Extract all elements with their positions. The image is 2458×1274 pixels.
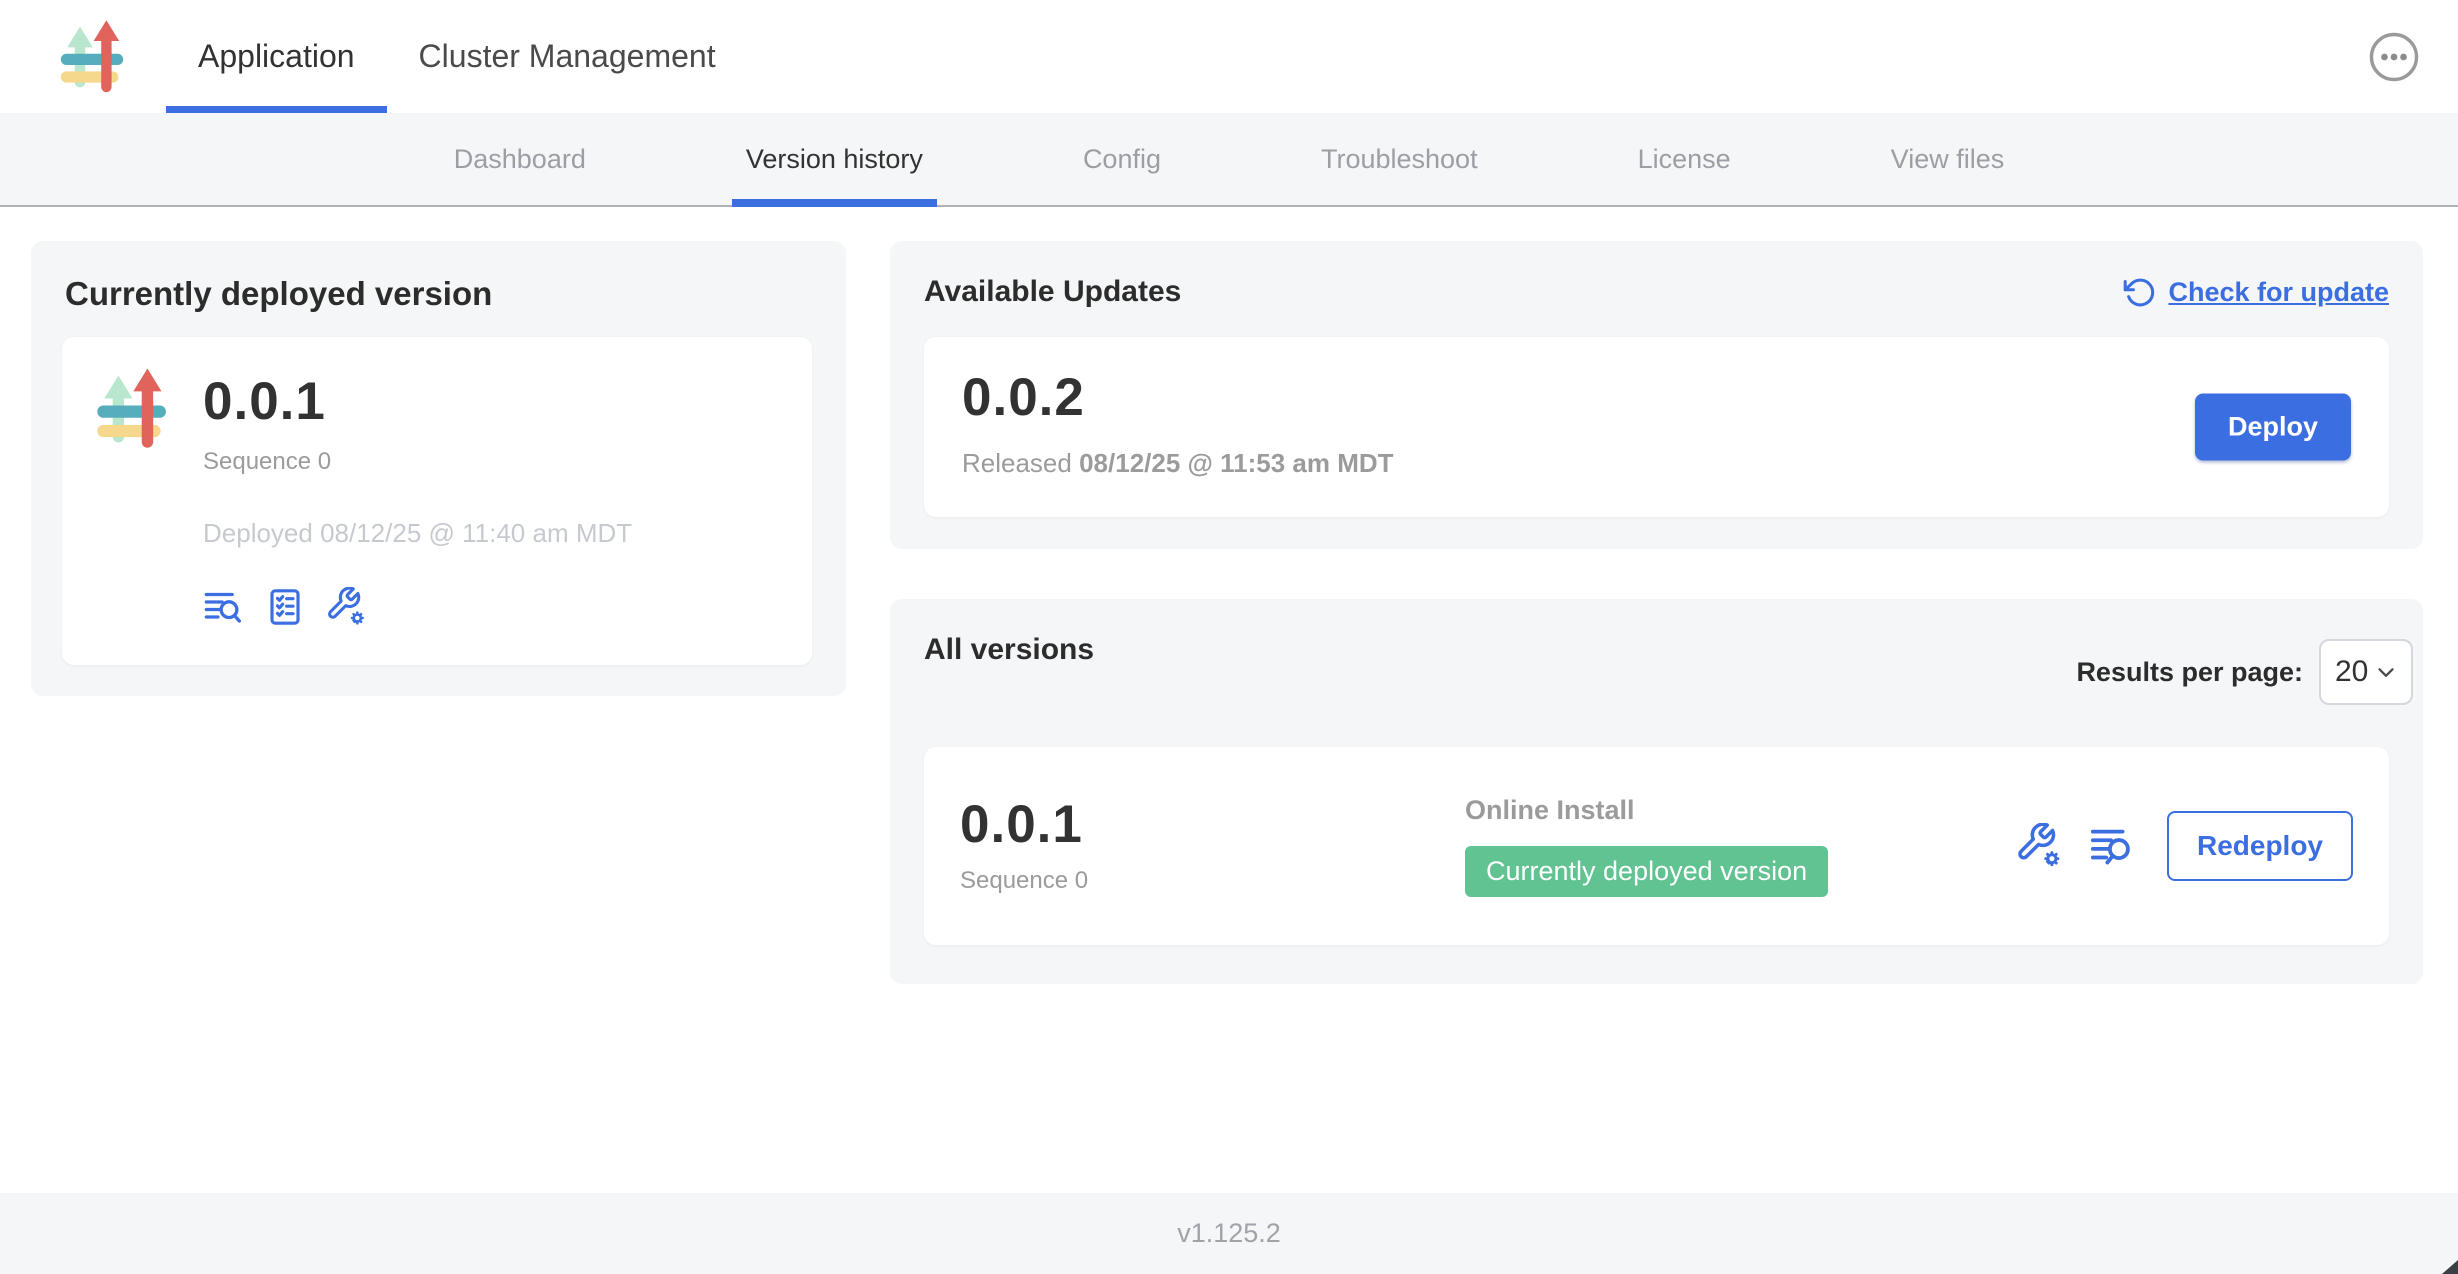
config-wrench-icon — [2017, 823, 2063, 869]
app-footer: v1.125.2 — [0, 1193, 2458, 1274]
version-row: 0.0.1 Sequence 0 Online Install Currentl… — [924, 747, 2389, 945]
config-wrench-icon — [327, 587, 367, 627]
currently-deployed-card: Currently deployed version 0.0.1 Sequenc… — [31, 241, 846, 696]
all-versions-card: All versions Results per page: 20 0.0.1 … — [890, 599, 2423, 984]
check-for-update-label: Check for update — [2168, 277, 2389, 308]
version-history-page: Currently deployed version 0.0.1 Sequenc… — [0, 207, 2458, 1193]
check-for-update-link[interactable]: Check for update — [2123, 276, 2389, 309]
results-per-page-value: 20 — [2335, 655, 2368, 689]
deployed-actions — [203, 587, 632, 627]
update-released-timestamp: Released 08/12/25 @ 11:53 am MDT — [962, 448, 2351, 479]
diff-logs-icon — [203, 587, 243, 627]
app-logo-small — [92, 365, 180, 637]
row-sequence: Sequence 0 — [960, 867, 1465, 895]
app-logo-icon — [92, 365, 180, 453]
refresh-icon — [2123, 276, 2156, 309]
edit-config-button[interactable] — [2017, 823, 2063, 869]
console-version: v1.125.2 — [1177, 1218, 1281, 1249]
update-row: 0.0.2 Released 08/12/25 @ 11:53 am MDT D… — [924, 337, 2389, 517]
results-per-page-select[interactable]: 20 — [2319, 639, 2413, 705]
deployed-card-title: Currently deployed version — [65, 275, 812, 313]
subnav-tab-view-files[interactable]: View files — [1877, 113, 2019, 205]
row-actions: Redeploy — [2017, 811, 2353, 881]
released-date: 08/12/25 @ 11:53 am MDT — [1079, 448, 1393, 478]
app-logo — [56, 0, 136, 113]
app-subnav: Dashboard Version history Config Trouble… — [0, 113, 2458, 207]
primary-nav: Application Cluster Management — [166, 0, 748, 113]
subnav-tab-dashboard[interactable]: Dashboard — [440, 113, 600, 205]
currently-deployed-badge: Currently deployed version — [1465, 846, 1828, 897]
app-logo-icon — [56, 17, 136, 97]
available-updates-card: Available Updates Check for update 0.0.2… — [890, 241, 2423, 549]
deployed-version-panel: 0.0.1 Sequence 0 Deployed 08/12/25 @ 11:… — [62, 337, 812, 665]
view-diff-button[interactable] — [2089, 823, 2135, 869]
row-version-info: 0.0.1 Sequence 0 — [960, 798, 1465, 895]
install-type-label: Online Install — [1465, 795, 2017, 826]
deployed-sequence: Sequence 0 — [203, 448, 632, 476]
update-version-number: 0.0.2 — [962, 371, 2351, 424]
chevron-down-icon — [2373, 659, 2399, 685]
redeploy-button[interactable]: Redeploy — [2167, 811, 2353, 881]
app-header: Application Cluster Management — [0, 0, 2458, 113]
cursor-artifact — [2442, 1260, 2458, 1274]
results-per-page-label: Results per page: — [2076, 657, 2303, 688]
deployed-timestamp: Deployed 08/12/25 @ 11:40 am MDT — [203, 518, 632, 549]
diff-logs-icon — [2089, 823, 2135, 869]
results-per-page: Results per page: 20 — [2076, 639, 2413, 705]
tab-cluster-management[interactable]: Cluster Management — [387, 0, 748, 113]
preflight-checklist-icon — [265, 587, 305, 627]
deployed-version-number: 0.0.1 — [203, 375, 632, 428]
released-label: Released — [962, 448, 1072, 478]
subnav-tab-license[interactable]: License — [1624, 113, 1745, 205]
view-diff-button[interactable] — [203, 587, 243, 627]
subnav-tab-troubleshoot[interactable]: Troubleshoot — [1307, 113, 1492, 205]
subnav-tab-config[interactable]: Config — [1069, 113, 1175, 205]
ellipsis-circle-icon — [2368, 31, 2420, 83]
deploy-button[interactable]: Deploy — [2195, 394, 2351, 461]
versions-card-title: All versions — [924, 633, 1094, 667]
subnav-tab-version-history[interactable]: Version history — [732, 113, 937, 205]
deployed-version-info: 0.0.1 Sequence 0 Deployed 08/12/25 @ 11:… — [203, 375, 632, 637]
updates-card-title: Available Updates — [924, 275, 1181, 309]
edit-config-button[interactable] — [327, 587, 367, 627]
overflow-menu-button[interactable] — [2368, 31, 2420, 83]
row-version-number: 0.0.1 — [960, 798, 1465, 851]
tab-application[interactable]: Application — [166, 0, 387, 113]
row-install-info: Online Install Currently deployed versio… — [1465, 795, 2017, 897]
preflight-checks-button[interactable] — [265, 587, 305, 627]
